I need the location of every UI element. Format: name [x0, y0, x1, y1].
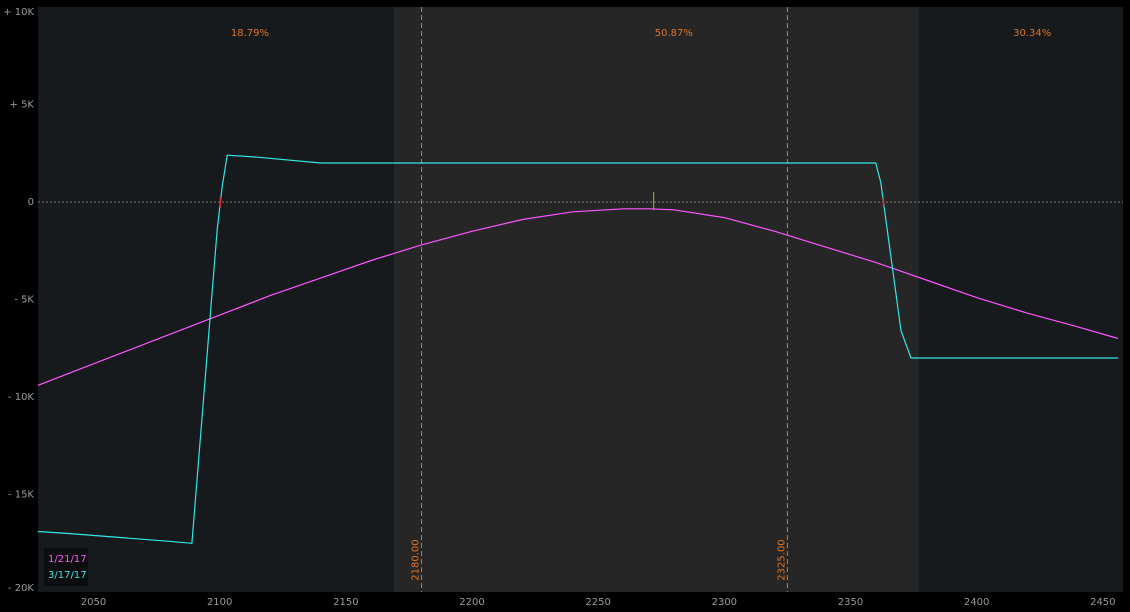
- x-tick-label: 2300: [712, 597, 737, 608]
- y-tick-label: 0: [28, 197, 34, 208]
- y-tick-label: + 5K: [10, 100, 35, 111]
- x-tick-label: 2150: [333, 597, 358, 608]
- legend-entry: 3/17/17: [48, 570, 87, 581]
- x-tick-label: 2250: [585, 597, 610, 608]
- x-tick-label: 2450: [1090, 597, 1115, 608]
- x-tick-label: 2050: [81, 597, 106, 608]
- legend-entry: 1/21/17: [48, 554, 87, 565]
- y-tick-label: - 5K: [14, 295, 34, 306]
- risk-profile-chart: + 10K + 5K 0 - 5K - 10K - 15K - 20K 2050 2100 21…: [0, 0, 1130, 612]
- y-tick-label: - 10K: [8, 392, 35, 403]
- y-tick-label: - 20K: [8, 583, 35, 594]
- zone-probability-label: 50.87%: [655, 28, 693, 39]
- vertical-marker-label: 2180.00: [411, 539, 422, 580]
- vertical-marker-label: 2325.00: [776, 539, 787, 580]
- x-tick-label: 2100: [207, 597, 232, 608]
- shaded-price-region: [393, 7, 919, 592]
- y-tick-label: - 15K: [8, 490, 35, 501]
- zone-probability-label: 30.34%: [1013, 28, 1051, 39]
- x-tick-label: 2400: [964, 597, 989, 608]
- x-tick-label: 2200: [459, 597, 484, 608]
- zone-probability-label: 18.79%: [231, 28, 269, 39]
- x-tick-label: 2350: [838, 597, 863, 608]
- y-tick-label: + 10K: [3, 7, 34, 18]
- legend: 1/21/17 3/17/17: [44, 548, 88, 586]
